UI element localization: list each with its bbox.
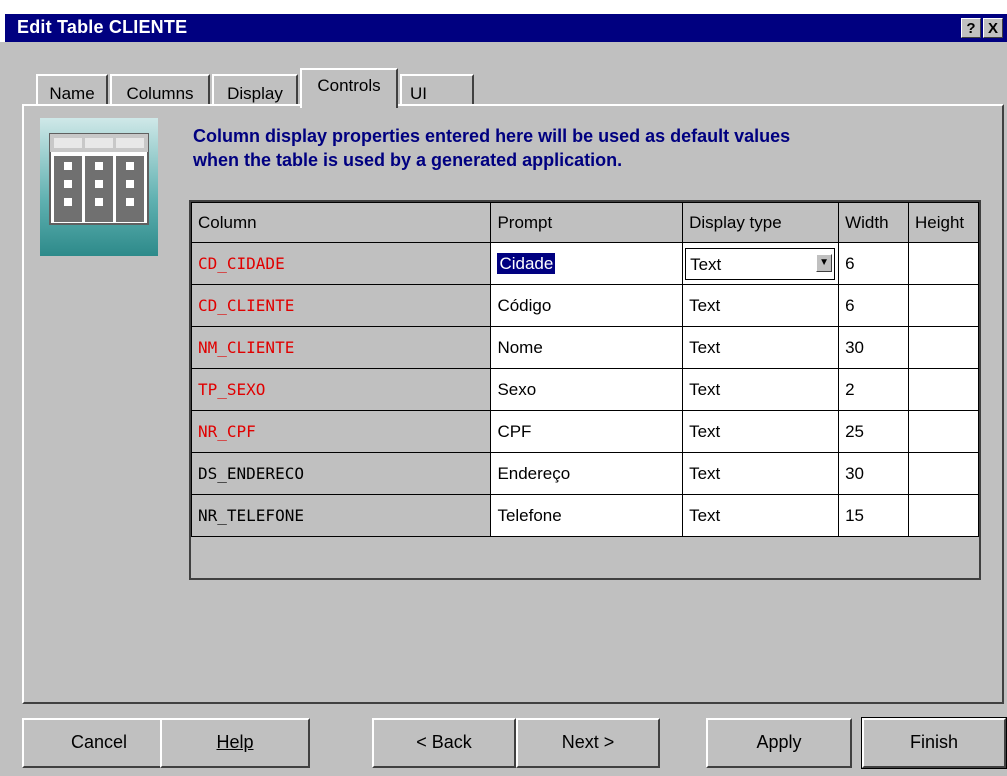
table-row: DS_ENDERECO Endereço Text 30 [190,452,979,495]
width-cell[interactable]: 6 [838,284,910,327]
width-cell[interactable]: 30 [838,326,910,369]
header-width[interactable]: Width [838,202,910,243]
column-name-cell[interactable]: CD_CLIENTE [190,284,492,327]
chevron-down-icon[interactable]: ▼ [816,253,833,272]
table-row: NM_CLIENTE Nome Text 30 [190,326,979,369]
tab-ui[interactable]: UI [400,74,474,106]
column-name-cell[interactable]: NR_TELEFONE [190,494,492,537]
height-cell[interactable] [908,368,979,411]
tab-columns[interactable]: Columns [110,74,210,106]
width-cell[interactable]: 25 [838,410,910,453]
column-name-cell[interactable]: NM_CLIENTE [190,326,492,369]
window-title: Edit Table CLIENTE [17,17,188,37]
height-cell[interactable] [908,284,979,327]
height-cell[interactable] [908,494,979,537]
prompt-cell[interactable]: CPF [490,410,684,453]
back-button[interactable]: < Back [372,718,516,768]
table-row: CD_CIDADE Cidade Text ▼ 6 [190,242,979,285]
finish-button[interactable]: Finish [861,717,1007,769]
display-type-cell[interactable]: Text [682,410,840,453]
tab-controls[interactable]: Controls [300,68,398,108]
prompt-cell[interactable]: Nome [490,326,684,369]
title-bar: Edit Table CLIENTE ? X [0,0,1007,42]
cancel-button[interactable]: Cancel [22,718,176,768]
column-name-cell[interactable]: NR_CPF [190,410,492,453]
display-type-cell[interactable]: Text [682,284,840,327]
prompt-cell[interactable]: Telefone [490,494,684,537]
display-type-cell[interactable]: Text ▼ [682,242,840,285]
instructions-heading: Column display properties entered here w… [193,124,973,172]
heading-line-2: when the table is used by a generated ap… [193,150,623,170]
heading-line-1: Column display properties entered here w… [193,126,791,146]
properties-table: Column Prompt Display type Width Height … [190,202,979,537]
width-cell[interactable]: 6 [838,242,910,285]
display-type-cell[interactable]: Text [682,326,840,369]
close-button[interactable]: X [983,18,1003,38]
height-cell[interactable] [908,242,979,285]
title-bar-strip: Edit Table CLIENTE ? X [5,14,1007,42]
table-header-row: Column Prompt Display type Width Height [190,202,979,243]
display-type-cell[interactable]: Text [682,494,840,537]
column-name-cell[interactable]: DS_ENDERECO [190,452,492,495]
prompt-cell[interactable]: Sexo [490,368,684,411]
tab-name[interactable]: Name [36,74,108,106]
width-cell[interactable]: 2 [838,368,910,411]
prompt-cell[interactable]: Cidade [490,242,684,285]
tab-display[interactable]: Display [212,74,298,106]
header-display-type[interactable]: Display type [682,202,840,243]
header-height[interactable]: Height [908,202,979,243]
column-properties-grid: Column Prompt Display type Width Height … [189,200,981,580]
display-type-value: Text [690,254,722,274]
width-cell[interactable]: 30 [838,452,910,495]
prompt-cell[interactable]: Endereço [490,452,684,495]
display-type-cell[interactable]: Text [682,368,840,411]
column-name-cell[interactable]: TP_SEXO [190,368,492,411]
help-question-button[interactable]: ? [961,18,981,38]
column-name-cell[interactable]: CD_CIDADE [190,242,492,285]
display-type-cell[interactable]: Text [682,452,840,495]
prompt-cell[interactable]: Código [490,284,684,327]
width-cell[interactable]: 15 [838,494,910,537]
help-button[interactable]: Help [160,718,310,768]
table-icon [40,118,158,256]
header-column[interactable]: Column [190,202,492,243]
table-row: NR_TELEFONE Telefone Text 15 [190,494,979,537]
header-prompt[interactable]: Prompt [490,202,684,243]
apply-button[interactable]: Apply [706,718,852,768]
table-row: TP_SEXO Sexo Text 2 [190,368,979,411]
display-type-dropdown[interactable]: Text ▼ [685,247,836,280]
prompt-selected-text[interactable]: Cidade [497,252,556,274]
table-row: CD_CLIENTE Código Text 6 [190,284,979,327]
height-cell[interactable] [908,452,979,495]
height-cell[interactable] [908,326,979,369]
table-row: NR_CPF CPF Text 25 [190,410,979,453]
height-cell[interactable] [908,410,979,453]
next-button[interactable]: Next > [516,718,660,768]
